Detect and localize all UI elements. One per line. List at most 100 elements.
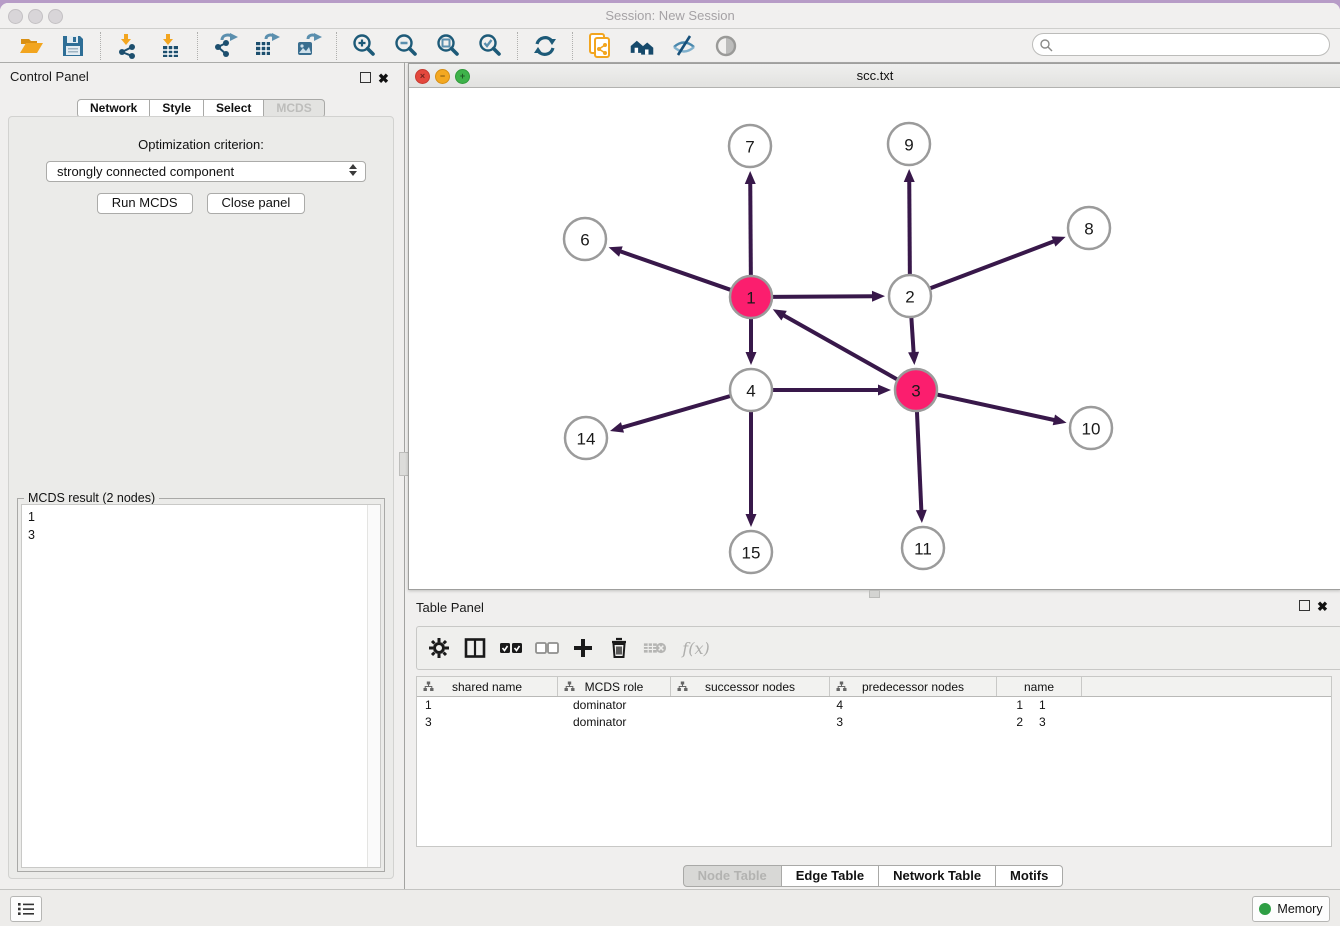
gear-icon[interactable]: [427, 636, 451, 660]
tab-edge-table[interactable]: Edge Table: [782, 865, 879, 887]
criterion-dropdown[interactable]: strongly connected component: [46, 161, 366, 182]
function-icon[interactable]: f(x): [679, 636, 713, 660]
svg-text:3: 3: [911, 382, 920, 401]
table-panel-tabs: Node Table Edge Table Network Table Moti…: [416, 865, 1330, 887]
mcds-panel: Optimization criterion: strongly connect…: [8, 116, 394, 879]
svg-text:11: 11: [914, 540, 932, 559]
network-title: scc.txt: [409, 68, 1340, 83]
mcds-result-title: MCDS result (2 nodes): [24, 491, 159, 505]
deselect-all-icon[interactable]: [535, 636, 559, 660]
table-toolbar: f(x): [416, 626, 1340, 670]
network-graph[interactable]: 7968124314101511: [409, 88, 1339, 588]
network-window-titlebar: × − + scc.txt: [409, 64, 1340, 88]
column-label: MCDS role: [585, 680, 644, 694]
tab-network-table[interactable]: Network Table: [879, 865, 996, 887]
table-panel-float-button[interactable]: [1299, 600, 1311, 612]
import-network-glyph: [115, 33, 141, 59]
control-panel-float-button[interactable]: [360, 72, 372, 84]
save-glyph: [60, 33, 86, 59]
task-history-button[interactable]: [10, 896, 42, 922]
tab-motifs[interactable]: Motifs: [996, 865, 1063, 887]
svg-text:14: 14: [577, 430, 596, 449]
svg-text:8: 8: [1084, 220, 1093, 239]
chevron-up-down-icon: [349, 164, 357, 176]
svg-text:10: 10: [1082, 420, 1101, 439]
eye-glyph: [713, 33, 739, 59]
toolbar-separator: [572, 32, 573, 60]
eye-slash-icon[interactable]: [671, 33, 697, 59]
columns-glyph: [464, 637, 486, 659]
clone-network-icon[interactable]: [587, 33, 613, 59]
column-header-mcds-role[interactable]: MCDS role: [558, 677, 671, 696]
table-panel-title: Table Panel: [416, 600, 484, 615]
memory-label: Memory: [1277, 902, 1322, 916]
select-all-icon[interactable]: [499, 636, 523, 660]
select-all-glyph: [499, 641, 523, 655]
export-network-glyph: [212, 33, 238, 59]
deselect-all-glyph: [535, 641, 559, 655]
cell-shared-name: 1: [417, 697, 565, 714]
column-label: name: [1024, 680, 1054, 694]
export-image-icon[interactable]: [296, 33, 322, 59]
application-window: Session: New Session: [0, 3, 1340, 926]
search-field[interactable]: [1032, 33, 1330, 56]
vertical-splitter[interactable]: [404, 62, 405, 890]
result-scrollbar[interactable]: [367, 505, 380, 867]
run-mcds-button[interactable]: Run MCDS: [97, 193, 193, 214]
network-canvas[interactable]: 7968124314101511: [409, 88, 1340, 589]
table-row[interactable]: 3 dominator 3 2 3: [417, 714, 1331, 731]
tree-icon: [423, 681, 434, 692]
control-panel-close-button[interactable]: ✖: [378, 72, 390, 84]
zoom-selected-icon[interactable]: [477, 33, 503, 59]
fx-label: f(x): [682, 639, 709, 658]
svg-text:6: 6: [580, 231, 589, 250]
toolbar-separator: [336, 32, 337, 60]
save-icon[interactable]: [60, 33, 86, 59]
refresh-icon[interactable]: [532, 33, 558, 59]
column-header-name[interactable]: name: [997, 677, 1082, 696]
tree-icon: [564, 681, 575, 692]
folder-open-glyph: [18, 33, 44, 59]
memory-button[interactable]: Memory: [1252, 896, 1330, 922]
import-table-glyph: [157, 33, 183, 59]
column-header-successor-nodes[interactable]: successor nodes: [671, 677, 830, 696]
svg-text:15: 15: [742, 544, 761, 563]
zoom-out-icon[interactable]: [393, 33, 419, 59]
session-title: Session: New Session: [0, 8, 1340, 23]
export-table-icon[interactable]: [254, 33, 280, 59]
status-bar: Memory: [0, 889, 1340, 926]
list-icon: [18, 902, 34, 916]
node-table: shared name MCDS role successor nodes: [416, 676, 1332, 847]
mcds-result-group: MCDS result (2 nodes) 1 3: [17, 498, 385, 872]
mcds-result-area[interactable]: 1 3: [21, 504, 381, 868]
horizontal-splitter-handle[interactable]: [869, 590, 880, 598]
float-icon: [360, 72, 371, 83]
folder-open-icon[interactable]: [18, 33, 44, 59]
zoom-fit-icon[interactable]: [435, 33, 461, 59]
eye-icon[interactable]: [713, 33, 739, 59]
cell-shared-name: 3: [417, 714, 565, 731]
export-network-icon[interactable]: [212, 33, 238, 59]
cell-successor-nodes: 4: [685, 697, 857, 714]
import-table-icon[interactable]: [157, 33, 183, 59]
delete-column-icon[interactable]: [643, 636, 667, 660]
zoom-in-icon[interactable]: [351, 33, 377, 59]
houses-icon[interactable]: [629, 33, 655, 59]
float-icon: [1299, 600, 1310, 611]
column-label: successor nodes: [705, 680, 795, 694]
cell-name: 3: [1031, 714, 1123, 731]
import-network-icon[interactable]: [115, 33, 141, 59]
columns-icon[interactable]: [463, 636, 487, 660]
table-panel-close-button[interactable]: ✖: [1317, 600, 1329, 612]
cell-name: 1: [1031, 697, 1123, 714]
column-header-predecessor-nodes[interactable]: predecessor nodes: [830, 677, 997, 696]
tree-icon: [677, 681, 688, 692]
close-panel-button[interactable]: Close panel: [207, 193, 306, 214]
add-icon[interactable]: [571, 636, 595, 660]
tab-node-table[interactable]: Node Table: [683, 865, 782, 887]
trash-icon[interactable]: [607, 636, 631, 660]
export-table-glyph: [254, 33, 280, 59]
column-header-shared-name[interactable]: shared name: [417, 677, 558, 696]
table-row[interactable]: 1 dominator 4 1 1: [417, 697, 1331, 714]
search-input[interactable]: [1053, 37, 1329, 53]
